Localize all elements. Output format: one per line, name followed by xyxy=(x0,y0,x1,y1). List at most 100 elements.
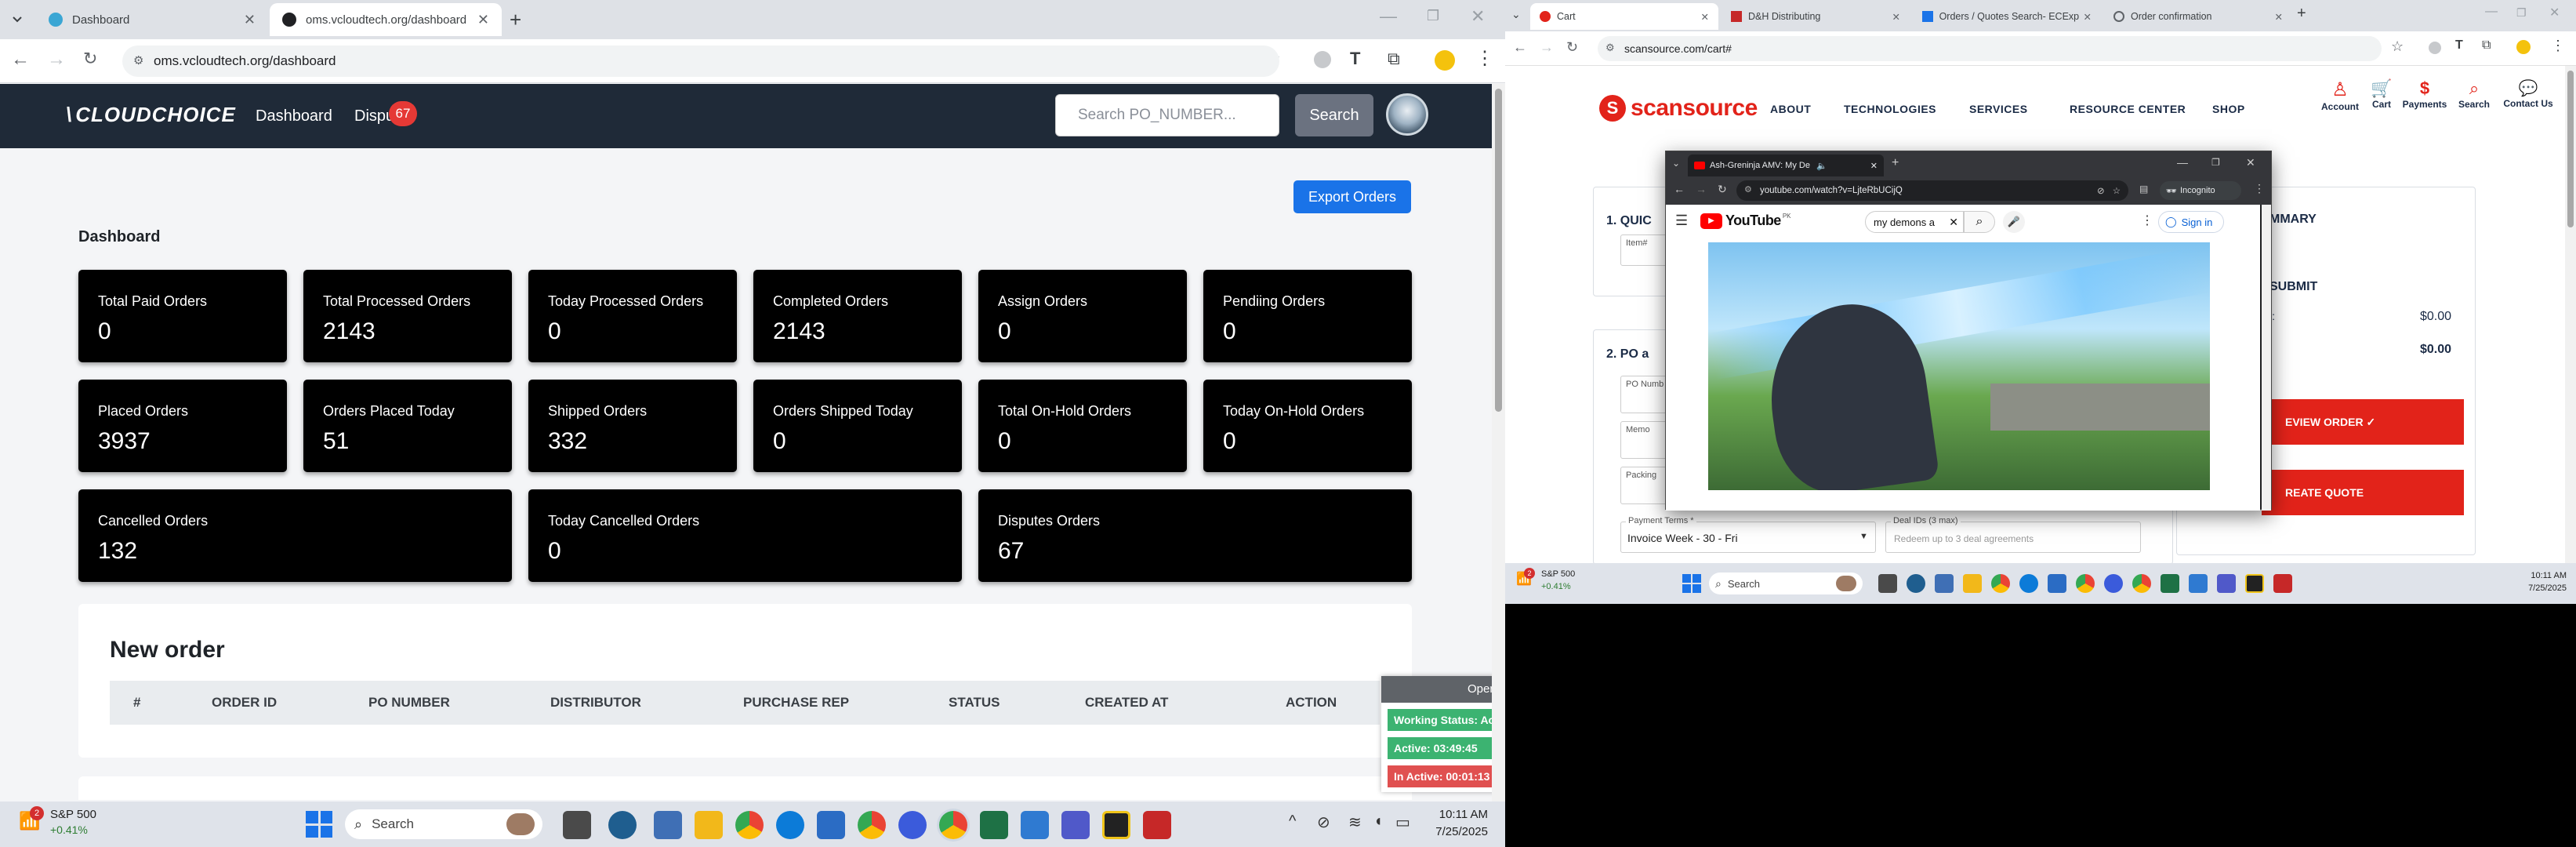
close-tab-icon[interactable]: ✕ xyxy=(2275,11,2283,23)
app-icon-2[interactable] xyxy=(817,811,845,839)
close-tab-icon[interactable]: ✕ xyxy=(2084,11,2092,23)
teams-icon[interactable] xyxy=(1061,811,1090,839)
clock-date[interactable]: 7/25/2025 xyxy=(1425,825,1488,838)
tab-oms-dashboard[interactable]: oms.vcloudtech.org/dashboard ✕ xyxy=(270,3,502,36)
reader-icon[interactable]: T xyxy=(1350,49,1360,69)
site-info-icon[interactable]: ⚙ xyxy=(133,53,143,67)
task-view-icon[interactable] xyxy=(1878,574,1897,593)
tray-chevron-icon[interactable]: ^ xyxy=(1289,812,1296,831)
minimize-window-icon[interactable]: — xyxy=(1380,6,1397,27)
chrome-icon[interactable] xyxy=(1991,574,2010,593)
address-bar[interactable]: ⚙ oms.vcloudtech.org/dashboard xyxy=(122,45,1279,77)
card-placed-orders[interactable]: Placed Orders 3937 xyxy=(78,380,287,472)
kebab-menu-icon[interactable]: ⋮ xyxy=(2254,182,2265,195)
tab-list-chevron-icon[interactable] xyxy=(9,11,25,27)
close-tab-icon[interactable]: ✕ xyxy=(1892,11,1900,23)
close-tab-icon[interactable]: ✕ xyxy=(1870,161,1878,171)
profile-avatar[interactable] xyxy=(2516,40,2531,54)
yt-scrollbar[interactable] xyxy=(2262,205,2271,511)
card-today-on-hold-orders[interactable]: Today On-Hold Orders 0 xyxy=(1203,380,1412,472)
windows-start-icon[interactable] xyxy=(1682,574,1701,593)
tab-search-icon[interactable]: ▤ xyxy=(2139,184,2148,194)
header-search[interactable]: ⌕ Search xyxy=(2454,78,2494,110)
clock-date[interactable]: 7/25/2025 xyxy=(2512,583,2567,593)
card-pending-orders[interactable]: Pendiing Orders 0 xyxy=(1203,270,1412,362)
app-icon-3[interactable] xyxy=(2104,574,2123,593)
video-player[interactable] xyxy=(1708,242,2210,490)
card-today-processed-orders[interactable]: Today Processed Orders 0 xyxy=(528,270,737,362)
file-explorer-icon[interactable] xyxy=(695,811,723,839)
eye-off-icon[interactable]: ⊘ xyxy=(2097,185,2105,196)
app-icon-5[interactable] xyxy=(2245,574,2264,593)
card-completed-orders[interactable]: Completed Orders 2143 xyxy=(753,270,962,362)
tab-list-chevron-icon[interactable]: ⌄ xyxy=(1672,158,1680,169)
card-assign-orders[interactable]: Assign Orders 0 xyxy=(978,270,1187,362)
chrome-active-icon[interactable] xyxy=(2132,574,2151,593)
card-shipped-orders[interactable]: Shipped Orders 332 xyxy=(528,380,737,472)
tab-list-chevron-icon[interactable]: ⌄ xyxy=(1511,8,1521,21)
minimize-window-icon[interactable]: — xyxy=(2177,156,2188,169)
brand-logo[interactable]: \ CLOUDCHOICE xyxy=(66,103,236,127)
close-window-icon[interactable]: ✕ xyxy=(2246,156,2255,169)
kebab-menu-icon[interactable]: ⋮ xyxy=(2551,38,2565,54)
create-quote-button[interactable]: REATE QUOTE xyxy=(2262,470,2464,515)
card-today-cancelled-orders[interactable]: Today Cancelled Orders 0 xyxy=(528,489,962,582)
bookmark-star-icon[interactable]: ☆ xyxy=(2113,185,2121,196)
taskbar-search[interactable]: ⌕ Search xyxy=(345,809,542,839)
acrobat-icon[interactable] xyxy=(2273,574,2292,593)
yt-address-bar[interactable]: ⚙ youtube.com/watch?v=LjteRbUCijQ ⊘ ☆ xyxy=(1736,180,2128,201)
app-icon-4[interactable] xyxy=(1021,811,1049,839)
po-search-input[interactable]: Search PO_NUMBER... xyxy=(1055,94,1279,136)
user-avatar[interactable] xyxy=(1386,93,1428,136)
calculator-icon[interactable] xyxy=(654,811,682,839)
excel-icon[interactable] xyxy=(2161,574,2179,593)
maximize-window-icon[interactable]: ❐ xyxy=(2211,157,2220,168)
teams-icon[interactable] xyxy=(2217,574,2236,593)
menu-services[interactable]: SERVICES xyxy=(1969,103,2028,115)
edge-icon[interactable] xyxy=(776,811,804,839)
clear-search-icon[interactable]: ✕ xyxy=(1949,216,1958,229)
minimize-window-icon[interactable]: — xyxy=(2485,5,2498,19)
app-icon-3[interactable] xyxy=(898,811,927,839)
close-window-icon[interactable]: ✕ xyxy=(1471,6,1485,27)
tab-order-confirmation[interactable]: Order confirmation ✕ xyxy=(2104,3,2292,30)
menu-about[interactable]: ABOUT xyxy=(1770,103,1811,115)
scrollbar-thumb[interactable] xyxy=(1495,89,1502,412)
card-orders-placed-today[interactable]: Orders Placed Today 51 xyxy=(303,380,512,472)
reload-icon[interactable]: ↻ xyxy=(83,49,97,69)
card-total-on-hold-orders[interactable]: Total On-Hold Orders 0 xyxy=(978,380,1187,472)
new-tab-plus-icon[interactable]: + xyxy=(1892,156,1899,170)
payment-terms-select[interactable]: Payment Terms * Invoice Week - 30 - Fri … xyxy=(1620,516,1876,553)
card-orders-shipped-today[interactable]: Orders Shipped Today 0 xyxy=(753,380,962,472)
yt-sign-in-button[interactable]: ◯ Sign in xyxy=(2158,211,2224,233)
chrome-icon[interactable] xyxy=(735,811,764,839)
tab-orders-quotes[interactable]: Orders / Quotes Search- ECExp ✕ xyxy=(1913,3,2101,30)
excel-icon[interactable] xyxy=(980,811,1008,839)
header-cart[interactable]: 🛒 Cart xyxy=(2366,78,2397,110)
hamburger-menu-icon[interactable]: ☰ xyxy=(1675,213,1688,229)
new-tab-plus-icon[interactable]: + xyxy=(2297,5,2306,23)
header-payments[interactable]: $ Payments xyxy=(2399,78,2451,110)
yt-tab[interactable]: Ash-Greninja AMV: My De 🔈 ✕ xyxy=(1688,154,1884,176)
yt-search-button[interactable]: ⌕ xyxy=(1964,211,1995,233)
po-search-button[interactable]: Search xyxy=(1295,94,1373,136)
app-icon-2[interactable] xyxy=(2048,574,2066,593)
header-contact[interactable]: 💬 Contact Us xyxy=(2496,78,2560,109)
reader-icon[interactable]: T xyxy=(2455,38,2463,53)
header-account[interactable]: ♙ Account xyxy=(2317,78,2363,112)
extension-icon[interactable] xyxy=(2429,42,2441,54)
scrollbar-thumb[interactable] xyxy=(2567,71,2574,227)
maximize-window-icon[interactable]: ❐ xyxy=(1427,8,1439,24)
app-icon-4[interactable] xyxy=(2189,574,2208,593)
chrome-profile-icon[interactable] xyxy=(2076,574,2095,593)
site-info-icon[interactable]: ⚙ xyxy=(1605,42,1615,54)
profile-avatar[interactable] xyxy=(1435,50,1455,71)
reload-icon[interactable]: ↻ xyxy=(1718,183,1727,196)
app-icon-1[interactable] xyxy=(1907,574,1925,593)
kebab-menu-icon[interactable]: ⋮ xyxy=(1475,47,1494,70)
tray-app-icon[interactable]: ⊘ xyxy=(1317,812,1330,832)
widget-title[interactable]: S&P 500 xyxy=(50,808,96,821)
menu-resource-center[interactable]: RESOURCE CENTER xyxy=(2070,103,2186,115)
yt-search-input[interactable]: my demons a ✕ xyxy=(1865,211,1964,233)
forward-icon[interactable]: → xyxy=(1540,39,1554,56)
